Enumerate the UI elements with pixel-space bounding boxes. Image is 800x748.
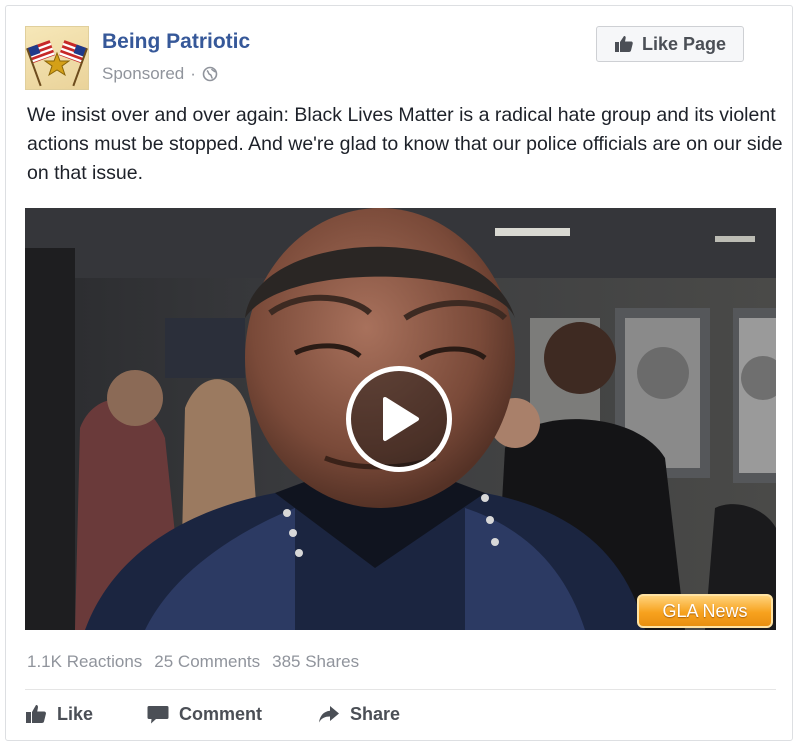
thumbs-up-icon	[614, 36, 633, 52]
actions-divider	[25, 689, 776, 690]
speech-bubble-icon	[147, 706, 169, 724]
news-badge: GLA News	[637, 594, 773, 628]
flags-eagle-logo	[26, 40, 88, 87]
comments-count[interactable]: 25 Comments	[154, 652, 260, 672]
like-page-button[interactable]: Like Page	[596, 26, 744, 62]
page-avatar[interactable]	[25, 26, 89, 90]
like-button[interactable]: Like	[25, 700, 93, 728]
post-text: We insist over and over again: Black Liv…	[27, 104, 783, 184]
post-stats: 1.1K Reactions 25 Comments 385 Shares	[27, 652, 359, 672]
like-label: Like	[57, 703, 94, 724]
video-player[interactable]: GLA News	[25, 208, 776, 630]
share-label: Share	[350, 703, 401, 724]
reactions-count[interactable]: 1.1K Reactions	[27, 652, 142, 672]
page-name-link[interactable]: Being Patriotic	[102, 30, 250, 54]
comment-label: Comment	[179, 703, 263, 724]
comment-button[interactable]: Comment	[147, 700, 262, 728]
play-icon	[383, 397, 419, 441]
share-arrow-icon	[319, 706, 339, 723]
meta-separator: ·	[190, 64, 196, 83]
sponsored-post-card: Being Patriotic Sponsored · Like Page We…	[5, 5, 793, 741]
share-button[interactable]: Share	[318, 700, 400, 728]
sponsored-label[interactable]: Sponsored	[102, 64, 184, 84]
like-page-label: Like Page	[641, 33, 727, 54]
thumbs-up-icon	[26, 705, 46, 723]
post-meta: Sponsored ·	[102, 64, 218, 84]
globe-icon[interactable]	[202, 66, 218, 82]
play-button[interactable]	[346, 366, 452, 472]
shares-count[interactable]: 385 Shares	[272, 652, 359, 672]
